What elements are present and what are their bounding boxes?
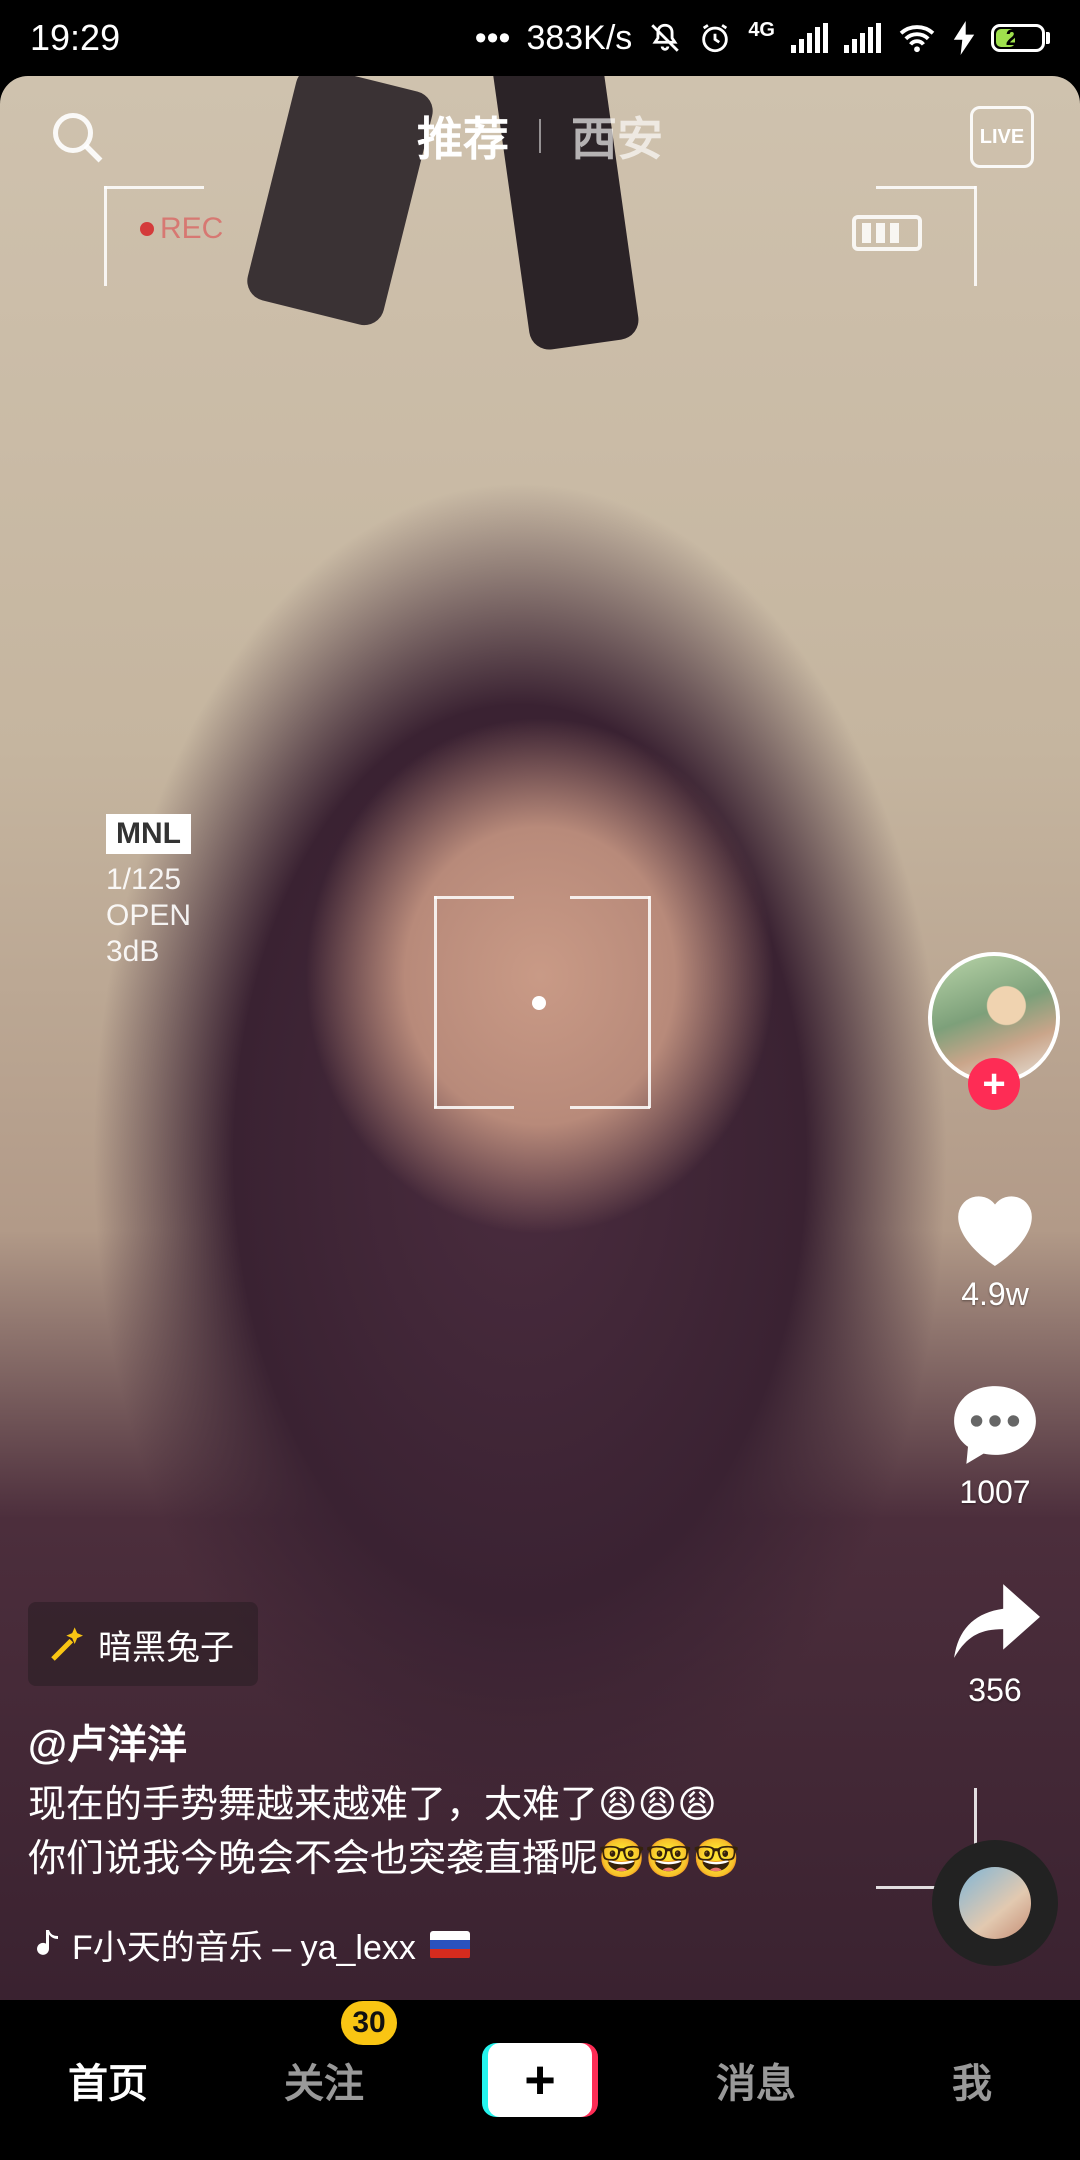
alarm-icon <box>702 24 729 53</box>
nav-home[interactable]: 首页 <box>0 2051 216 2109</box>
like-button[interactable]: 4.9w <box>930 1180 1060 1313</box>
rec-label: REC <box>160 212 224 245</box>
comment-button[interactable]: 1007 <box>930 1378 1060 1511</box>
russia-flag-icon <box>429 1930 470 1959</box>
music-disc[interactable] <box>932 1840 1058 1966</box>
comment-count: 1007 <box>959 1474 1031 1510</box>
wifi-icon <box>899 25 935 53</box>
music-note-icon <box>37 1929 58 1955</box>
battery-level: 24 <box>1005 25 1031 50</box>
top-tab-bar: 推荐 西安 <box>0 76 1080 196</box>
share-button[interactable]: 356 <box>930 1576 1060 1709</box>
tab-separator <box>539 119 541 153</box>
app-frame: 19:29 ••• 383K/s 4G 24 推荐 西安 LIVE REC MN… <box>0 0 1080 2160</box>
add-video-button[interactable]: + <box>482 2043 598 2117</box>
creator-username[interactable]: @卢洋洋 <box>28 1712 187 1770</box>
overlay-battery-icon <box>852 215 922 251</box>
caption-line-1: 现在的手势舞越来越难了，太难了😩😩😩 <box>28 1784 717 1826</box>
music-info[interactable]: F小天的音乐 – ya_lexx <box>28 1920 470 1969</box>
charging-icon <box>953 21 975 55</box>
effect-tag[interactable]: 暗黑兔子 <box>28 1602 258 1686</box>
nav-following[interactable]: 关注 30 <box>216 2001 432 2109</box>
focus-box <box>570 896 650 899</box>
battery-icon: 24 <box>991 24 1050 52</box>
share-arrow-icon <box>954 1584 1040 1658</box>
nav-me[interactable]: 我 <box>864 2051 1080 2109</box>
music-cover <box>959 1867 1031 1939</box>
plus-icon: + <box>488 2043 592 2117</box>
like-count: 4.9w <box>961 1276 1029 1312</box>
signal-icon <box>791 23 828 53</box>
status-bar: 19:29 ••• 383K/s 4G 24 <box>0 0 1080 76</box>
network-speed: 383K/s <box>526 18 633 57</box>
record-dot-icon <box>140 222 154 236</box>
rec-indicator: REC <box>140 212 223 246</box>
magic-wand-icon <box>51 1627 83 1661</box>
mnl-label: MNL <box>106 814 191 854</box>
status-icons: ••• 383K/s 4G 24 <box>475 19 1050 58</box>
live-label: LIVE <box>979 125 1025 148</box>
status-time: 19:29 <box>30 17 121 58</box>
search-icon[interactable] <box>48 108 108 168</box>
nav-add[interactable]: + <box>432 2043 648 2117</box>
post-caption: 现在的手势舞越来越难了，太难了😩😩😩 你们说我今晚会不会也突袭直播呢🤓🤓🤓 <box>28 1778 908 1886</box>
effect-tag-label: 暗黑兔子 <box>98 1628 234 1667</box>
nav-messages[interactable]: 消息 <box>648 2051 864 2109</box>
music-title: F小天的音乐 – ya_lexx <box>72 1929 416 1967</box>
signal-icon-2 <box>844 23 881 53</box>
gain: 3dB <box>106 935 160 968</box>
heart-icon <box>958 1196 1032 1266</box>
tab-recommend[interactable]: 推荐 <box>417 103 509 169</box>
shutter-speed: 1/125 <box>106 863 182 896</box>
aperture: OPEN <box>106 899 192 932</box>
network-type: 4G <box>748 18 775 41</box>
bottom-nav: 首页 关注 30 + 消息 我 <box>0 2000 1080 2160</box>
viewfinder-corner <box>974 186 977 286</box>
focus-box <box>434 896 437 1108</box>
focus-box <box>434 1106 514 1109</box>
follow-button[interactable]: + <box>968 1058 1020 1110</box>
focus-box <box>648 896 651 1108</box>
following-badge: 30 <box>341 2001 397 2045</box>
focus-box <box>570 1106 650 1109</box>
caption-line-2: 你们说我今晚会不会也突袭直播呢🤓🤓🤓 <box>28 1838 740 1880</box>
focus-box <box>434 896 514 899</box>
comment-icon <box>954 1386 1036 1464</box>
more-dots-icon: ••• <box>474 18 511 57</box>
share-count: 356 <box>968 1672 1022 1708</box>
nav-following-label: 关注 <box>284 2062 364 2106</box>
tab-local[interactable]: 西安 <box>571 103 663 169</box>
mute-icon <box>651 23 680 52</box>
focus-dot <box>532 996 546 1010</box>
camera-info-overlay: MNL 1/125 OPEN 3dB <box>106 814 191 970</box>
live-button[interactable]: LIVE <box>970 106 1034 168</box>
viewfinder-corner <box>104 186 107 286</box>
